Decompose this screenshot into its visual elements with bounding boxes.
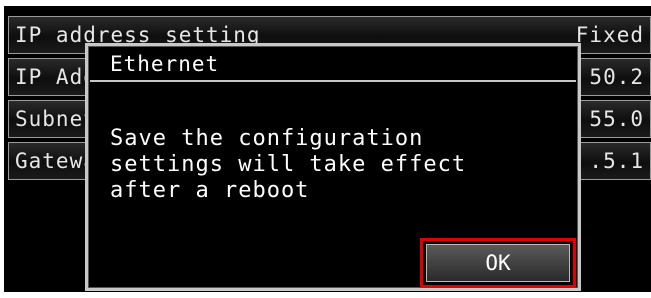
dialog-message: Save the configuration settings will tak…: [110, 126, 467, 203]
settings-row-value: 50.2: [589, 65, 644, 89]
settings-row-value: .5.1: [589, 149, 644, 173]
device-screen: IP address setting Fixed IP Address 50.2…: [4, 6, 651, 292]
settings-row-value: 55.0: [589, 107, 644, 131]
ok-button[interactable]: OK: [426, 244, 570, 282]
dialog-title: Ethernet: [90, 48, 576, 82]
settings-row-value: Fixed: [575, 23, 644, 47]
ok-button-highlight: OK: [420, 238, 576, 288]
ethernet-dialog: Ethernet Save the configuration settings…: [85, 43, 581, 291]
